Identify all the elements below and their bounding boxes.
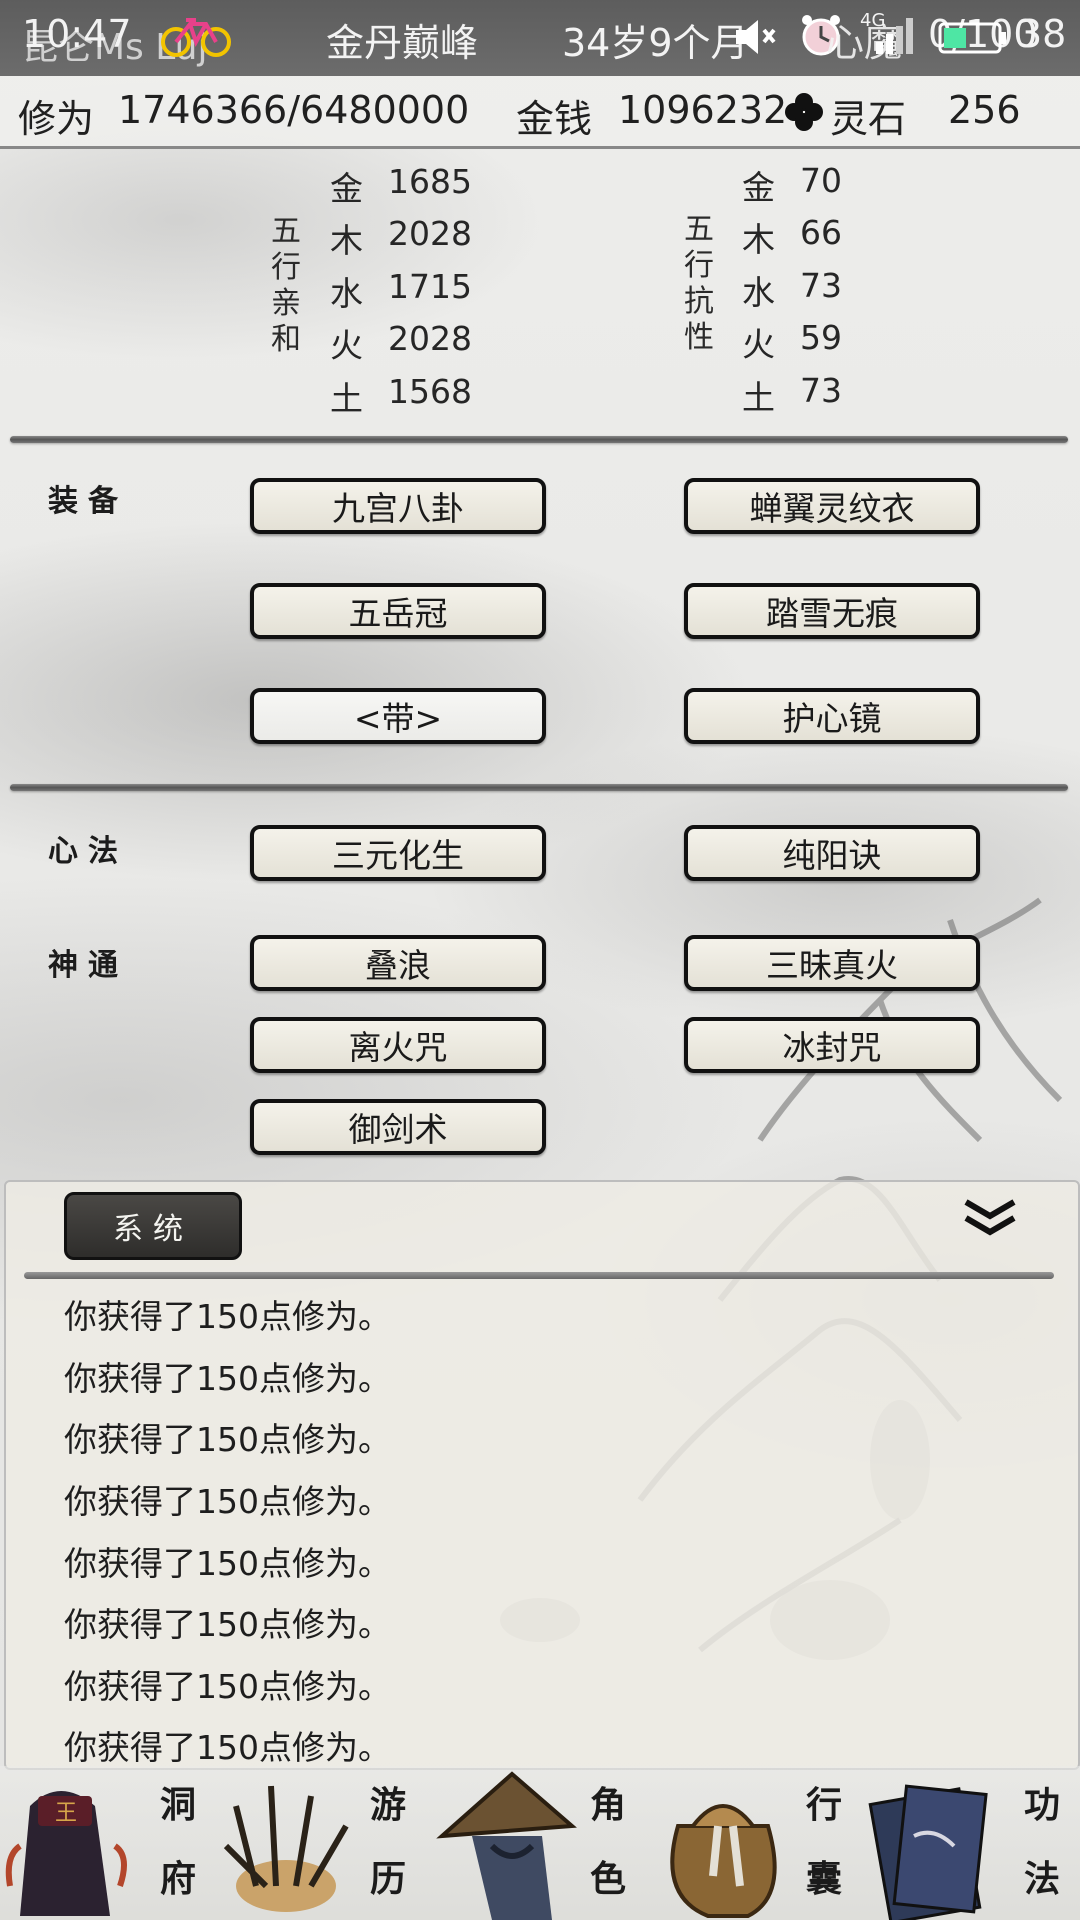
realm-label: 金丹巅峰 [326, 21, 479, 65]
equip-slot-1[interactable]: 九宫八卦 [250, 478, 546, 534]
cave-dwelling-icon: 王 [5, 1791, 127, 1916]
scroll-books-icon [868, 1784, 988, 1920]
travel-grass-icon [223, 1785, 349, 1912]
divine-power-3[interactable]: 离火咒 [250, 1017, 546, 1073]
resistance-vertical-label: 五行 抗性 [684, 212, 714, 355]
divine-power-1[interactable]: 叠浪 [250, 935, 546, 991]
tab-system[interactable]: 系统 [64, 1192, 242, 1260]
chevron-double-down-icon[interactable] [962, 1198, 1018, 1238]
log-message: 你获得了150点修为。 [64, 1667, 391, 1706]
mind-method-1[interactable]: 三元化生 [250, 825, 546, 881]
equipment-label: 装备 [48, 484, 128, 519]
mind-method-2[interactable]: 纯阳诀 [684, 825, 980, 881]
nav-skills[interactable]: 功 法 [864, 1766, 1080, 1920]
equip-slot-6[interactable]: 护心镜 [684, 688, 980, 744]
nav-travel[interactable]: 游 历 [216, 1766, 432, 1920]
log-message: 你获得了150点修为。 [64, 1297, 391, 1336]
status-bar: 10:47 昆仑Ms Luj 金丹巅峰 34岁9个月 心魔 0/100 4G 3… [0, 0, 1080, 76]
character-hat-icon [436, 1771, 577, 1920]
log-message: 你获得了150点修为。 [64, 1728, 391, 1767]
spirit-stone-value: 256 [948, 88, 1021, 132]
age-label: 34岁9个月 [562, 21, 749, 65]
resource-bar: 修为 1746366/6480000 金钱 1096232 灵石 256 [0, 76, 1080, 149]
mute-icon [736, 20, 776, 54]
money-value: 1096232 [618, 88, 788, 132]
bag-icon [670, 1804, 777, 1918]
log-message: 你获得了150点修为。 [64, 1605, 391, 1644]
signal-icon [876, 18, 913, 54]
battery-icon [938, 22, 1006, 54]
divine-power-5[interactable]: 御剑术 [250, 1099, 546, 1155]
log-message: 你获得了150点修为。 [64, 1482, 391, 1521]
section-divider [10, 436, 1068, 443]
svg-text:王: 王 [55, 1801, 77, 1826]
log-message: 你获得了150点修为。 [64, 1420, 391, 1459]
divine-power-2[interactable]: 三昧真火 [684, 935, 980, 991]
equip-slot-4[interactable]: 踏雪无痕 [684, 583, 980, 639]
log-message: 你获得了150点修为。 [64, 1544, 391, 1583]
nav-cave-dwelling[interactable]: 王 洞 府 [0, 1766, 216, 1920]
affinity-vertical-label: 五行 亲和 [271, 214, 301, 357]
cultivation-label: 修为 [18, 97, 95, 141]
battery-level: 38 [1018, 12, 1067, 56]
bicycle-icon [161, 18, 231, 57]
mind-method-label: 心法 [48, 834, 128, 869]
log-message: 你获得了150点修为。 [64, 1359, 391, 1398]
nav-bag[interactable]: 行 囊 [648, 1766, 864, 1920]
divine-power-4[interactable]: 冰封咒 [684, 1017, 980, 1073]
divine-powers-label: 神通 [48, 948, 128, 983]
section-divider [10, 784, 1068, 791]
equip-slot-belt-empty[interactable]: <带> [250, 688, 546, 744]
nav-character[interactable]: 角 色 [432, 1766, 648, 1920]
panel-divider [24, 1272, 1054, 1279]
cultivation-value: 1746366/6480000 [118, 88, 470, 132]
equip-slot-3[interactable]: 五岳冠 [250, 583, 546, 639]
money-label: 金钱 [516, 97, 593, 141]
spirit-stone-icon [785, 93, 823, 131]
spirit-stone-label: 灵石 [830, 97, 907, 141]
equip-slot-2[interactable]: 蝉翼灵纹衣 [684, 478, 980, 534]
